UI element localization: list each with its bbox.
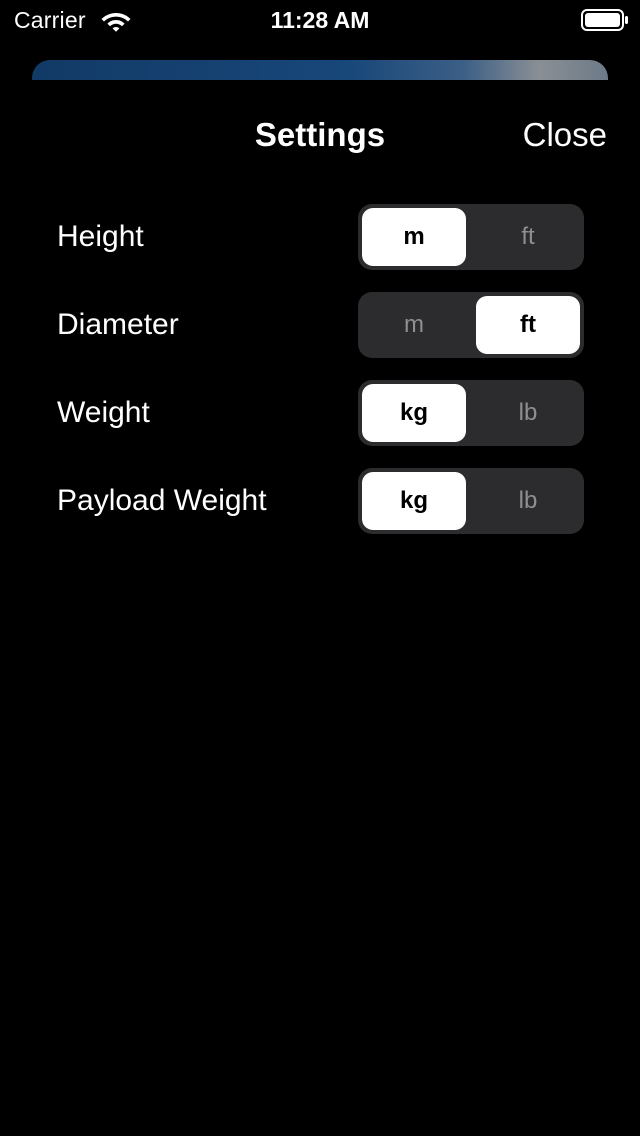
close-button[interactable]: Close xyxy=(523,116,607,154)
setting-row-diameter: Diameter m ft xyxy=(57,292,584,358)
status-bar: Carrier 11:28 AM xyxy=(0,0,640,40)
segment-option[interactable]: kg xyxy=(362,472,466,530)
status-time: 11:28 AM xyxy=(270,7,370,33)
segment-option[interactable]: lb xyxy=(476,384,580,442)
setting-row-weight: Weight kg lb xyxy=(57,380,584,446)
segment-option[interactable]: kg xyxy=(362,384,466,442)
settings-sheet: Settings Close Height m ft Diameter m ft… xyxy=(0,80,640,1136)
setting-label: Weight xyxy=(57,396,150,429)
segment-option[interactable]: ft xyxy=(476,208,580,266)
segment-option[interactable]: m xyxy=(362,296,466,354)
segment-option[interactable]: ft xyxy=(476,296,580,354)
setting-row-height: Height m ft xyxy=(57,204,584,270)
setting-row-payload-weight: Payload Weight kg lb xyxy=(57,468,584,534)
segment-option[interactable]: lb xyxy=(476,472,580,530)
payload-weight-unit-segmented-control[interactable]: kg lb xyxy=(358,468,584,534)
diameter-unit-segmented-control[interactable]: m ft xyxy=(358,292,584,358)
setting-label: Height xyxy=(57,220,144,253)
segment-option[interactable]: m xyxy=(362,208,466,266)
setting-label: Payload Weight xyxy=(57,484,267,517)
setting-label: Diameter xyxy=(57,308,179,341)
height-unit-segmented-control[interactable]: m ft xyxy=(358,204,584,270)
weight-unit-segmented-control[interactable]: kg lb xyxy=(358,380,584,446)
battery-icon xyxy=(581,9,628,31)
